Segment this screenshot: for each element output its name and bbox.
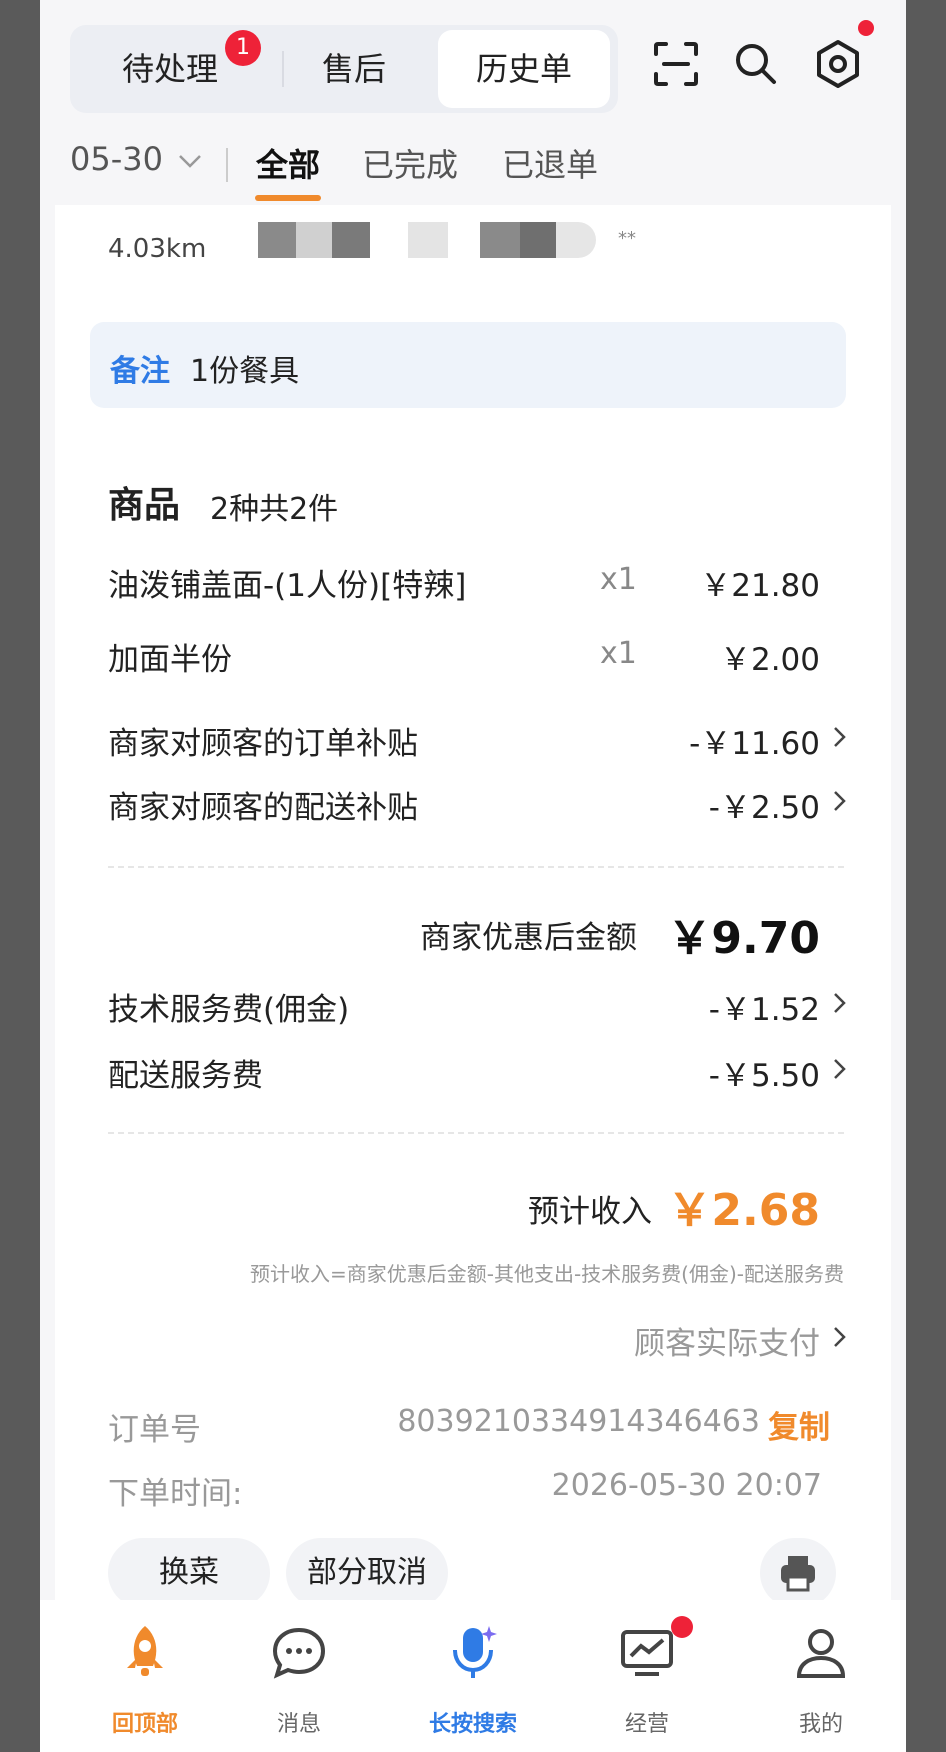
customer-paid-link[interactable]: 顾客实际支付: [540, 1318, 820, 1363]
note-label: 备注: [110, 354, 170, 389]
order-time: 2026-05-30 20:07: [551, 1468, 822, 1503]
top-bar: 待处理 1 售后 历史单 05-30 全部 已完成 已退单: [40, 0, 906, 205]
after-discount-label: 商家优惠后金额: [420, 920, 637, 956]
date-filter-value: 05-30: [70, 140, 163, 178]
masked-name-part: [332, 222, 370, 258]
voice-search-icon: [453, 1626, 497, 1678]
divider: [108, 866, 844, 868]
chevron-right-icon[interactable]: [830, 1324, 850, 1350]
tab-business[interactable]: 经营: [577, 1600, 717, 1752]
order-subsidy-label: 商家对顾客的订单补贴: [108, 726, 418, 762]
tab-back-to-top[interactable]: 回顶部: [75, 1600, 215, 1752]
partial-cancel-button[interactable]: 部分取消: [286, 1538, 448, 1608]
swap-dish-button[interactable]: 换菜: [108, 1538, 270, 1608]
commission-amount[interactable]: -￥1.52: [600, 984, 820, 1029]
order-time-label: 下单时间:: [108, 1476, 243, 1512]
profile-icon: [796, 1629, 846, 1678]
tab-business-label: 经营: [624, 1712, 669, 1737]
chevron-right-icon[interactable]: [830, 1056, 850, 1082]
income-amount: ￥2.68: [667, 1185, 820, 1236]
business-chart-icon: [621, 1630, 673, 1676]
business-notification-dot: [671, 1616, 693, 1638]
date-filter[interactable]: 05-30: [70, 140, 203, 178]
commission-label: 技术服务费(佣金): [108, 992, 350, 1028]
chevron-down-icon: [179, 155, 202, 168]
filter-completed[interactable]: 已完成: [362, 140, 458, 186]
bottom-tab-bar: 回顶部 消息 长按搜索 经营 我的: [40, 1600, 906, 1752]
order-segment-control: 待处理 1 售后 历史单: [70, 25, 618, 113]
tab-voice-search[interactable]: 长按搜索: [403, 1600, 543, 1752]
scan-icon[interactable]: [650, 38, 702, 90]
masked-phone-part: [480, 222, 520, 258]
item-qty: x1: [600, 562, 637, 597]
rocket-icon: [127, 1626, 163, 1676]
tab-profile-label: 我的: [798, 1712, 843, 1737]
masked-suffix: **: [618, 228, 636, 249]
tab-history[interactable]: 历史单: [438, 30, 610, 108]
tab-messages-label: 消息: [276, 1712, 321, 1737]
settings-notification-dot: [858, 20, 874, 36]
divider: [108, 1132, 844, 1134]
item-price: ￥2.00: [719, 642, 820, 678]
active-filter-underline: [255, 195, 321, 201]
tab-after-sales[interactable]: 售后: [284, 25, 424, 113]
item-name: 加面半份: [108, 642, 232, 678]
filter-all[interactable]: 全部: [256, 140, 320, 186]
chevron-right-icon[interactable]: [830, 788, 850, 814]
goods-summary: 2种共2件: [210, 492, 339, 527]
order-number: 8039210334914346463: [397, 1404, 760, 1439]
filter-separator: [226, 148, 228, 182]
item-name: 油泼铺盖面-(1人份)[特辣]: [108, 568, 467, 604]
chat-icon: [272, 1627, 326, 1679]
income-formula: 预计收入=商家优惠后金额-其他支出-技术服务费(佣金)-配送服务费: [249, 1262, 844, 1286]
masked-name: [258, 222, 296, 258]
chevron-right-icon[interactable]: [830, 990, 850, 1016]
order-note: 备注 1份餐具: [90, 322, 846, 408]
masked-name-part: [296, 222, 332, 258]
delivery-subsidy-label: 商家对顾客的配送补贴: [108, 790, 418, 826]
phone-screen: 待处理 1 售后 历史单 05-30 全部 已完成 已退单 4.03km ** …: [40, 0, 906, 1752]
delivery-subsidy-amount[interactable]: -￥2.50: [600, 782, 820, 827]
tab-messages[interactable]: 消息: [229, 1600, 369, 1752]
tab-history-label: 历史单: [475, 50, 572, 88]
masked-phone: [408, 222, 448, 258]
goods-title: 商品: [108, 485, 181, 526]
masked-phone-part: [520, 222, 556, 258]
search-icon[interactable]: [730, 38, 782, 90]
masked-phone-part: [556, 222, 596, 258]
item-qty: x1: [600, 636, 637, 671]
order-number-label: 订单号: [108, 1412, 201, 1448]
item-price: ￥21.80: [700, 568, 820, 604]
tab-after-sales-label: 售后: [321, 50, 386, 88]
printer-icon: [781, 1556, 815, 1592]
settings-icon[interactable]: [812, 38, 864, 90]
filter-refunded[interactable]: 已退单: [502, 140, 598, 186]
tab-profile[interactable]: 我的: [751, 1600, 891, 1752]
copy-button[interactable]: 复制: [768, 1402, 830, 1447]
delivery-fee-label: 配送服务费: [108, 1058, 263, 1094]
income-label: 预计收入: [528, 1194, 652, 1230]
distance: 4.03km: [108, 234, 207, 264]
print-button[interactable]: [760, 1538, 836, 1608]
order-subsidy-amount[interactable]: -￥11.60: [600, 718, 820, 763]
after-discount-amount: ￥9.70: [667, 913, 820, 964]
chevron-right-icon[interactable]: [830, 724, 850, 750]
tab-voice-search-label: 长按搜索: [428, 1712, 517, 1737]
delivery-fee-amount[interactable]: -￥5.50: [600, 1050, 820, 1095]
note-value: 1份餐具: [190, 354, 300, 389]
tab-back-to-top-label: 回顶部: [111, 1712, 178, 1737]
pending-count-badge: 1: [225, 30, 261, 66]
tab-pending-label: 待处理: [121, 50, 218, 88]
